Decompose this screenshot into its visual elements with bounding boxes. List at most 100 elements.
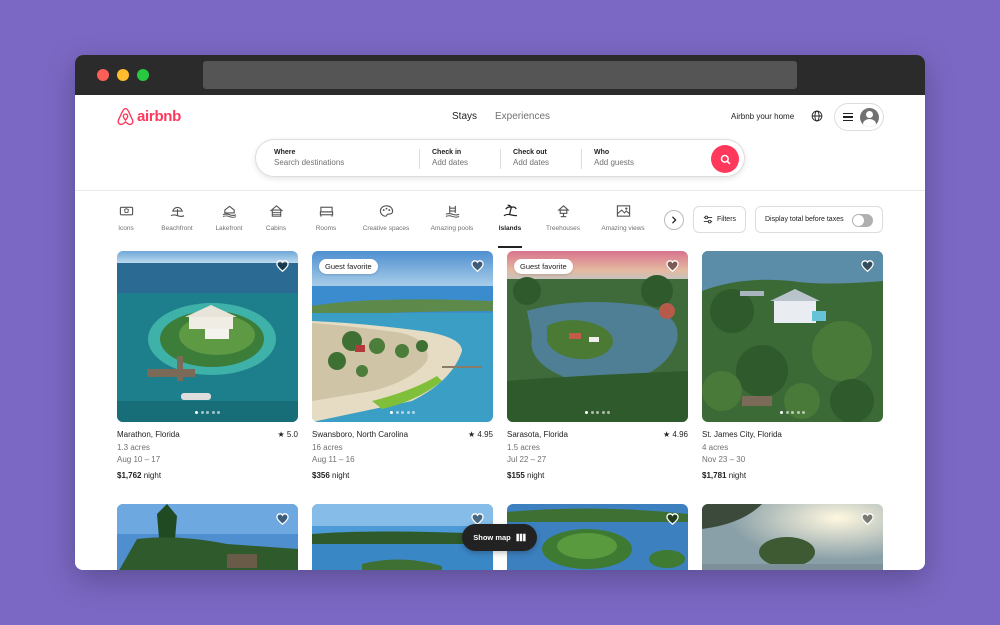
category-bar: Icons Beachfront Lakefront Cabins Rooms … (117, 203, 646, 248)
listing-image (702, 251, 883, 422)
user-avatar-icon (860, 107, 879, 127)
filters-label: Filters (716, 216, 737, 223)
globe-icon[interactable] (811, 110, 823, 122)
category-creative-spaces[interactable]: Creative spaces (359, 203, 413, 241)
checkout-value: Add dates (513, 158, 550, 167)
hamburger-icon (843, 113, 853, 121)
listing-dates: Aug 10 – 17 (117, 455, 161, 464)
heart-icon[interactable] (666, 260, 679, 272)
listing-photo[interactable]: Guest favorite (507, 251, 688, 422)
taxes-toggle-switch[interactable] (852, 214, 873, 227)
listing-card[interactable]: Marathon, Florida ★ 5.0 1.3 acres Aug 10 … (117, 251, 298, 482)
listing-card[interactable]: Guest favorite Sarasota, Florida ★ 4.96 1… (507, 251, 688, 482)
beach-icon (170, 206, 184, 217)
airbnb-logo-icon (117, 107, 134, 126)
category-treehouses[interactable]: Treehouses (544, 203, 582, 241)
carousel-dots (117, 411, 298, 414)
show-map-button[interactable]: Show map (462, 524, 537, 551)
listing-price: $1,762 night (117, 470, 162, 480)
tab-stays[interactable]: Stays (452, 111, 477, 122)
carousel-dots (507, 411, 688, 414)
carousel-dots (702, 411, 883, 414)
checkout-label: Check out (513, 149, 547, 156)
listing-size: 16 acres (312, 442, 343, 452)
heart-icon[interactable] (276, 513, 289, 525)
listing-location: Swansboro, North Carolina (312, 430, 409, 439)
category-next-button[interactable] (664, 210, 684, 230)
search-where[interactable]: Where Search destinations (256, 140, 419, 176)
show-map-label: Show map (473, 533, 511, 542)
heart-icon[interactable] (666, 513, 679, 525)
category-label: Beachfront (161, 225, 193, 232)
page-content: airbnb Stays Experiences Airbnb your hom… (75, 95, 925, 570)
bed-icon (319, 206, 333, 217)
listing-info: Sarasota, Florida ★ 4.96 1.5 acres Jul 22… (507, 429, 688, 482)
close-window-button[interactable] (97, 69, 109, 81)
category-label: Cabins (265, 225, 287, 232)
checkin-value: Add dates (432, 158, 469, 167)
chevron-right-icon (672, 216, 677, 224)
listing-rating: ★ 4.95 (468, 430, 493, 439)
map-icon (516, 533, 526, 542)
filters-button[interactable]: Filters (693, 206, 746, 233)
carousel-dots (312, 411, 493, 414)
where-input[interactable]: Search destinations (274, 158, 419, 167)
listing-location: St. James City, Florida (702, 430, 782, 439)
listing-size: 4 acres (702, 442, 729, 452)
listing-card[interactable]: St. James City, Florida 4 acres Nov 23 –… (702, 251, 883, 482)
heart-icon[interactable] (471, 260, 484, 272)
category-label: Creative spaces (362, 225, 410, 232)
category-label: Amazing pools (430, 225, 474, 232)
listing-photo[interactable]: Guest favorite (312, 251, 493, 422)
host-link[interactable]: Airbnb your home (731, 112, 794, 121)
category-amazing-views[interactable]: Amazing views (600, 203, 646, 241)
view-icon (616, 205, 630, 217)
address-bar[interactable] (203, 61, 797, 89)
lake-icon (222, 205, 236, 218)
minimize-window-button[interactable] (117, 69, 129, 81)
listing-rating: ★ 4.96 (663, 430, 688, 439)
listing-info: Swansboro, North Carolina ★ 4.95 16 acres… (312, 429, 493, 482)
search-checkout[interactable]: Check out Add dates (500, 140, 581, 176)
search-icon (720, 154, 730, 164)
listing-photo[interactable] (702, 251, 883, 422)
browser-window: airbnb Stays Experiences Airbnb your hom… (75, 55, 925, 570)
listing-price: $1,781 night (702, 470, 747, 480)
category-lakefront[interactable]: Lakefront (212, 203, 246, 241)
listing-dates: Aug 11 – 16 (312, 455, 355, 464)
palette-icon (379, 205, 393, 217)
category-cabins[interactable]: Cabins (263, 203, 289, 241)
listing-price: $356 night (312, 470, 350, 480)
site-header: airbnb Stays Experiences Airbnb your hom… (75, 95, 925, 191)
listing-image (312, 251, 493, 422)
listing-card[interactable]: Guest favorite Swansboro, North Carolina… (312, 251, 493, 482)
listing-image (507, 251, 688, 422)
listing-card[interactable] (702, 504, 883, 570)
guest-favorite-badge: Guest favorite (319, 259, 378, 274)
search-checkin[interactable]: Check in Add dates (419, 140, 500, 176)
airbnb-logo[interactable]: airbnb (117, 107, 181, 126)
category-label: Treehouses (545, 225, 581, 232)
listing-info: St. James City, Florida 4 acres Nov 23 –… (702, 429, 883, 482)
category-rooms[interactable]: Rooms (313, 203, 339, 241)
cabin-icon (269, 205, 283, 217)
category-islands[interactable]: Islands (498, 203, 522, 248)
maximize-window-button[interactable] (137, 69, 149, 81)
heart-icon[interactable] (861, 260, 874, 272)
category-label: Rooms (315, 225, 337, 232)
heart-icon[interactable] (861, 513, 874, 525)
listing-size: 1.3 acres (117, 442, 150, 452)
display-total-toggle-button[interactable]: Display total before taxes (755, 206, 883, 233)
category-label: Amazing views (601, 225, 645, 232)
listing-photo[interactable] (117, 251, 298, 422)
category-icons[interactable]: Icons (117, 203, 135, 241)
nav-tabs: Stays Experiences (452, 111, 550, 122)
listing-card[interactable] (117, 504, 298, 570)
category-beachfront[interactable]: Beachfront (157, 203, 197, 241)
tab-experiences[interactable]: Experiences (495, 111, 550, 122)
search-button[interactable] (711, 145, 739, 173)
user-menu-button[interactable] (834, 103, 884, 131)
heart-icon[interactable] (276, 260, 289, 272)
category-label: Islands (498, 225, 522, 232)
category-amazing-pools[interactable]: Amazing pools (428, 203, 476, 241)
